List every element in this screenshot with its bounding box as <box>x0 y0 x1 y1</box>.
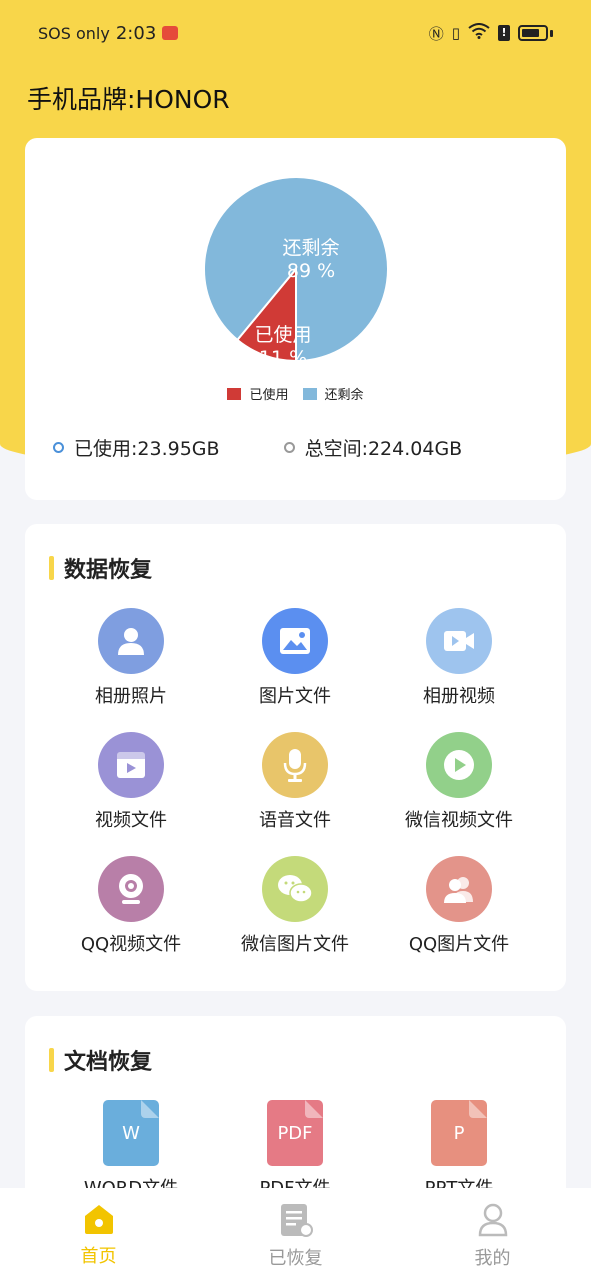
document-recovery-header: 文档恢复 <box>49 1044 152 1076</box>
pie-label-used-name: 已使用 <box>254 324 311 346</box>
legend-item-used: 已使用 <box>227 384 289 403</box>
word-file-icon: W <box>103 1100 159 1166</box>
alert-icon: ! <box>498 25 510 41</box>
word-badge-text: W <box>122 1122 140 1144</box>
microphone-icon <box>262 732 328 798</box>
carrier-text: SOS only <box>38 23 110 43</box>
ppt-badge-text: P <box>453 1122 465 1144</box>
person-icon <box>98 608 164 674</box>
battery-icon <box>518 25 548 41</box>
brand-title: 手机品牌:HONOR <box>27 85 230 114</box>
wifi-icon <box>468 23 490 43</box>
recovery-item-qq-images[interactable]: QQ图片文件 <box>377 856 541 956</box>
wechat-icon <box>262 856 328 922</box>
tab-recovered[interactable]: 已恢复 <box>197 1188 394 1280</box>
legend-label-remaining: 还剩余 <box>324 388 364 403</box>
total-dot-icon <box>283 442 295 453</box>
ppt-file-icon: P <box>431 1100 487 1166</box>
data-recovery-header: 数据恢复 <box>49 552 152 584</box>
doc-item-pdf[interactable]: PDF PDF文件 <box>213 1100 377 1200</box>
legend-label-used: 已使用 <box>249 388 289 403</box>
pdf-file-icon: PDF <box>267 1100 323 1166</box>
recovery-item-label: 语音文件 <box>259 810 331 831</box>
status-left: SOS only 2:03 <box>38 22 179 44</box>
recovered-document-icon <box>280 1204 313 1237</box>
storage-stats: 已使用:23.95GB 总空间:224.04GB <box>53 434 546 461</box>
play-icon <box>426 732 492 798</box>
recovery-item-voice-files[interactable]: 语音文件 <box>213 732 377 832</box>
webcam-icon <box>98 856 164 922</box>
app-notification-icon <box>162 26 179 40</box>
pie-label-remaining-name: 还剩余 <box>282 237 339 259</box>
total-space-label: 总空间:224.04GB <box>304 438 463 460</box>
storage-pie-chart: 还剩余 89 % 已使用 11 % <box>203 174 389 364</box>
legend-swatch-used <box>227 387 242 400</box>
section-accent-bar <box>49 556 54 580</box>
recovery-item-video-files[interactable]: 视频文件 <box>49 732 213 832</box>
recovery-item-label: QQ图片文件 <box>408 934 510 955</box>
vibrate-icon: ▯ <box>451 24 460 42</box>
status-time: 2:03 <box>115 22 157 44</box>
total-stat: 总空间:224.04GB <box>283 434 463 461</box>
recovery-item-album-photos[interactable]: 相册照片 <box>49 608 213 708</box>
recovery-item-wechat-images[interactable]: 微信图片文件 <box>213 856 377 956</box>
recovery-item-label: 微信图片文件 <box>241 934 349 955</box>
status-bar: SOS only 2:03 Ⓝ ▯ ! <box>0 0 591 66</box>
status-icons: Ⓝ ▯ ! <box>429 23 553 44</box>
recovery-item-label: QQ视频文件 <box>80 934 182 955</box>
doc-item-ppt[interactable]: P PPT文件 <box>377 1100 541 1200</box>
section-accent-bar <box>49 1048 54 1072</box>
pie-label-remaining-value: 89 % <box>287 260 335 282</box>
pie-label-used-value: 11 % <box>259 347 307 364</box>
recovery-item-album-videos[interactable]: 相册视频 <box>377 608 541 708</box>
used-dot-icon <box>53 442 64 453</box>
battery-tip <box>550 29 553 37</box>
recovery-item-label: 相册视频 <box>423 686 495 707</box>
tab-home-label: 首页 <box>80 1246 117 1267</box>
tab-profile-label: 我的 <box>474 1248 511 1269</box>
home-icon <box>84 1205 113 1234</box>
recovery-item-qq-videos[interactable]: QQ视频文件 <box>49 856 213 956</box>
image-icon <box>262 608 328 674</box>
tab-home[interactable]: 首页 <box>0 1188 197 1280</box>
pdf-badge-text: PDF <box>277 1122 313 1144</box>
recovery-item-wechat-videos[interactable]: 微信视频文件 <box>377 732 541 832</box>
video-camera-icon <box>426 608 492 674</box>
document-recovery-title: 文档恢复 <box>64 1050 153 1075</box>
document-recovery-card: 文档恢复 W WORD文件 PDF PDF文件 P PPT文件 <box>25 1016 566 1216</box>
data-recovery-title: 数据恢复 <box>64 558 153 583</box>
used-stat: 已使用:23.95GB <box>53 434 220 461</box>
tab-recovered-label: 已恢复 <box>268 1248 323 1269</box>
film-icon <box>98 732 164 798</box>
contacts-icon <box>426 856 492 922</box>
nfc-icon: Ⓝ <box>428 24 444 43</box>
recovery-item-image-files[interactable]: 图片文件 <box>213 608 377 708</box>
legend-item-remaining: 还剩余 <box>302 384 364 403</box>
recovery-item-label: 视频文件 <box>95 810 167 831</box>
recovery-item-label: 相册照片 <box>95 686 167 707</box>
doc-item-word[interactable]: W WORD文件 <box>49 1100 213 1200</box>
recovery-item-label: 微信视频文件 <box>405 810 513 831</box>
data-recovery-card: 数据恢复 相册照片 图片文件 相册视频 视频文件 语音文件 微信视频文件 QQ视… <box>25 524 566 991</box>
recovery-item-label: 图片文件 <box>259 686 331 707</box>
profile-icon <box>478 1203 507 1237</box>
tab-profile[interactable]: 我的 <box>394 1188 591 1280</box>
chart-legend: 已使用 还剩余 <box>25 384 566 403</box>
storage-card: 还剩余 89 % 已使用 11 % 已使用 还剩余 已使用:23.95GB 总空间:2… <box>25 138 566 500</box>
legend-swatch-remaining <box>302 387 317 400</box>
used-space-label: 已使用:23.95GB <box>74 438 220 460</box>
bottom-tab-bar: 首页 已恢复 我的 <box>0 1188 591 1280</box>
